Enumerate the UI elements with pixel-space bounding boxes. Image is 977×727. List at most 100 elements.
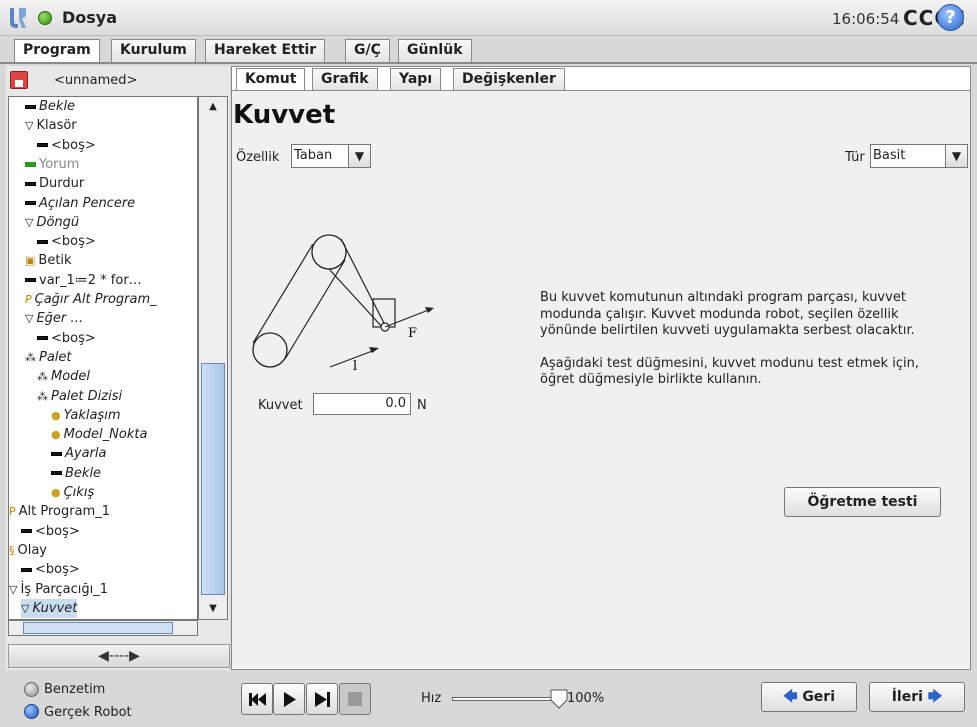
tree-node[interactable]: § Olay [9, 541, 47, 560]
type-select[interactable]: Basit ▼ [870, 144, 968, 168]
speed-slider-track[interactable] [452, 697, 565, 701]
tree-node-label: İş Parçacığı_1 [20, 581, 108, 597]
command-icon [21, 529, 32, 534]
force-unit: N [417, 398, 427, 413]
tree-node[interactable]: Bekle [51, 464, 101, 483]
tab-divider [0, 62, 977, 64]
tree-node[interactable]: ⁂ Palet Dizisi [37, 387, 122, 406]
subtab-degiskenler[interactable]: Değişkenler [453, 68, 565, 90]
tab-hareket-ettir[interactable]: Hareket Ettir [205, 39, 326, 62]
tree-node[interactable]: P Çağır Alt Program_ [25, 290, 157, 309]
next-button-label: İleri [891, 689, 923, 705]
tree-node[interactable]: <boş> [21, 522, 80, 541]
help-icon[interactable]: ? [937, 4, 964, 31]
tree-node[interactable]: <boş> [37, 232, 96, 251]
tree-node-label: Palet [39, 349, 72, 365]
subtab-komut[interactable]: Komut [236, 68, 306, 90]
subtab-grafik[interactable]: Grafik [312, 68, 378, 90]
pallet-icon: ⁂ [25, 350, 36, 364]
play-button[interactable] [273, 683, 305, 715]
tree-node[interactable]: ▽ Klasör [25, 116, 77, 135]
tree-node-label: Döngü [36, 214, 80, 230]
back-button-label: Geri [802, 689, 836, 705]
tree-node[interactable]: P Alt Program_1 [9, 502, 110, 521]
tab-gunluk[interactable]: Günlük [398, 39, 472, 62]
tree-node-label: var_1≔2 * for… [39, 272, 142, 288]
expand-triangle-icon: ▽ [21, 601, 30, 615]
app-file-menu[interactable]: Dosya [62, 8, 117, 27]
tab-kurulum[interactable]: Kurulum [111, 39, 196, 62]
tree-node[interactable]: ● Yaklaşım [51, 406, 120, 425]
back-button[interactable]: 🡄 Geri [761, 682, 857, 712]
command-icon [51, 471, 62, 476]
tree-node-label: <boş> [51, 137, 96, 153]
feature-label: Özellik [236, 150, 280, 165]
chevron-down-icon: ▼ [348, 145, 370, 167]
simulation-radio[interactable] [24, 682, 39, 697]
scroll-down-icon[interactable]: ▼ [201, 601, 225, 617]
tab-program[interactable]: Program [14, 39, 100, 64]
tree-node[interactable]: Yorum [25, 155, 79, 174]
tree-node-label: Bekle [65, 465, 102, 481]
tree-node[interactable]: ● Çıkış [51, 483, 94, 502]
tree-node-label: Yorum [39, 156, 80, 172]
tree-node[interactable]: ● Model_Nokta [51, 425, 147, 444]
waypoint-icon: ● [51, 486, 61, 499]
type-select-value: Basit [873, 148, 906, 163]
tree-node[interactable]: ⁂ Model [37, 367, 90, 386]
tree-node-label: Yaklaşım [63, 407, 121, 423]
command-icon [37, 143, 48, 148]
feature-select[interactable]: Taban ▼ [291, 144, 371, 168]
tree-node-label: <boş> [35, 562, 80, 578]
real-robot-radio[interactable] [24, 704, 39, 719]
speed-label: Hız [421, 691, 442, 706]
tree-node[interactable]: Açılan Pencere [25, 194, 135, 213]
expand-triangle-icon: ▽ [25, 215, 34, 229]
next-button[interactable]: İleri 🡆 [869, 682, 965, 712]
subtab-yapi[interactable]: Yapı [390, 68, 442, 90]
tree-node[interactable]: Ayarla [51, 444, 106, 463]
tree-node[interactable]: ⁂ Palet [25, 348, 72, 367]
tab-gc[interactable]: G/Ç [345, 39, 390, 62]
save-disk-icon[interactable] [10, 71, 28, 89]
program-tree[interactable]: Bekle ▽ Klasör <boş> Yorum Durdur Açılan Pence… [8, 96, 198, 620]
step-button[interactable] [306, 683, 338, 715]
tree-node[interactable]: ▽ İş Parçacığı_1 [9, 580, 108, 599]
tree-node[interactable]: ▽ Kuvvet [21, 598, 78, 618]
status-running-icon [38, 11, 52, 25]
chevron-down-icon: ▼ [945, 145, 967, 167]
tree-node[interactable]: Durdur [25, 174, 84, 193]
tree-node-label: Ayarla [65, 446, 107, 462]
page-title: Kuvvet [233, 100, 336, 130]
tree-node[interactable]: ▣ Betik [25, 251, 72, 270]
tree-node-label: <boş> [35, 523, 80, 539]
speed-value: 100% [567, 691, 605, 706]
tree-node[interactable]: ▽ Eğer … [25, 309, 83, 328]
stop-button[interactable] [339, 683, 371, 715]
tree-node[interactable]: Bekle [25, 97, 75, 116]
force-value-input[interactable]: 0.0 [313, 393, 411, 415]
arrow-left-icon: 🡄 [782, 689, 798, 705]
tree-node-label: Model [51, 369, 91, 385]
expand-panel-arrow-button[interactable]: ◀----▶ [8, 644, 230, 668]
expand-triangle-icon: ▽ [25, 312, 34, 326]
scrollbar-thumb-horizontal[interactable] [23, 622, 173, 634]
event-icon: § [9, 543, 15, 557]
expand-triangle-icon: ▽ [9, 582, 18, 596]
tree-vertical-scrollbar[interactable]: ▲ ▼ [198, 96, 228, 620]
scroll-up-icon[interactable]: ▲ [201, 99, 225, 115]
step-icon [315, 692, 330, 707]
tree-node[interactable]: <boş> [21, 560, 80, 579]
skip-to-start-button[interactable] [241, 683, 273, 715]
tree-node[interactable]: ▽ Döngü [25, 213, 79, 232]
tree-horizontal-scrollbar[interactable] [8, 620, 198, 636]
speed-slider-handle-icon[interactable] [550, 689, 568, 709]
command-icon [21, 567, 32, 572]
tree-node[interactable]: <boş> [37, 136, 96, 155]
tree-node[interactable]: <boş> [37, 329, 96, 348]
tree-node-label: Palet Dizisi [51, 388, 123, 404]
tree-node[interactable]: var_1≔2 * for… [25, 271, 142, 290]
diagram-label-f: F [408, 326, 417, 341]
teach-test-button[interactable]: Öğretme testi [784, 487, 941, 517]
scrollbar-thumb[interactable] [201, 363, 225, 595]
